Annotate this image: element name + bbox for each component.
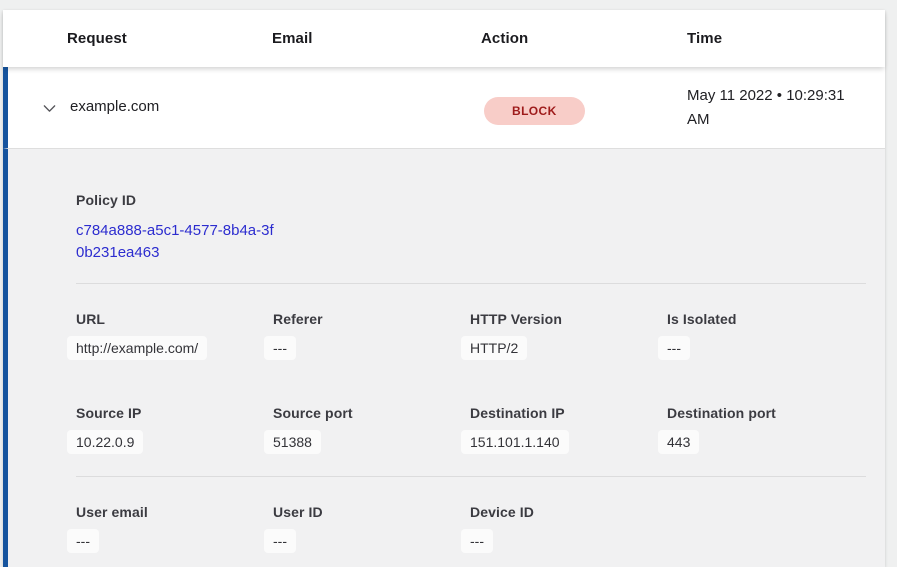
field-label: Destination IP — [470, 405, 667, 421]
detail-field-source-ip: Source IP 10.22.0.9 — [76, 405, 273, 454]
field-value: --- — [461, 529, 493, 553]
field-label: Is Isolated — [667, 311, 864, 327]
field-label: User email — [76, 504, 273, 520]
detail-field-http-version: HTTP Version HTTP/2 — [470, 311, 667, 360]
page: Request Email Action Time example.com BL… — [0, 0, 897, 567]
detail-field-destination-port: Destination port 443 — [667, 405, 864, 454]
divider — [76, 283, 866, 284]
status-badge-block: BLOCK — [484, 97, 585, 125]
policy-id-link[interactable]: c784a888-a5c1-4577-8b4a-3f0b231ea463 — [76, 220, 281, 264]
detail-field-user-email: User email --- — [76, 504, 273, 553]
field-label: User ID — [273, 504, 470, 520]
field-value: --- — [264, 336, 296, 360]
detail-field-referer: Referer --- — [273, 311, 470, 360]
field-label: URL — [76, 311, 273, 327]
detail-field-destination-ip: Destination IP 151.101.1.140 — [470, 405, 667, 454]
table-header: Request Email Action Time — [3, 10, 885, 67]
field-label: Destination port — [667, 405, 864, 421]
field-label: Referer — [273, 311, 470, 327]
row-request-value: example.com — [70, 98, 159, 115]
policy-id-section: Policy ID c784a888-a5c1-4577-8b4a-3f0b23… — [76, 149, 885, 264]
divider — [76, 476, 866, 477]
detail-field-user-id: User ID --- — [273, 504, 470, 553]
field-value: --- — [67, 529, 99, 553]
field-value: 443 — [658, 430, 699, 454]
detail-field-url: URL http://example.com/ — [76, 311, 273, 360]
field-value: http://example.com/ — [67, 336, 207, 360]
detail-row-http: URL http://example.com/ Referer --- HTTP… — [76, 311, 885, 360]
field-label: Source port — [273, 405, 470, 421]
field-label: Source IP — [76, 405, 273, 421]
field-label: Device ID — [470, 504, 667, 520]
field-value: HTTP/2 — [461, 336, 527, 360]
log-table-card: Request Email Action Time example.com BL… — [3, 10, 885, 567]
field-value: --- — [658, 336, 690, 360]
policy-id-label: Policy ID — [76, 192, 885, 208]
chevron-down-icon[interactable] — [41, 100, 58, 117]
column-header-time: Time — [687, 30, 885, 47]
column-header-request: Request — [67, 30, 272, 47]
column-header-email: Email — [272, 30, 481, 47]
row-time-value: May 11 2022 • 10:29:31 AM — [687, 84, 869, 132]
field-value: 151.101.1.140 — [461, 430, 569, 454]
field-label: HTTP Version — [470, 311, 667, 327]
table-row[interactable]: example.com BLOCK May 11 2022 • 10:29:31… — [3, 67, 885, 149]
detail-row-network: Source IP 10.22.0.9 Source port 51388 De… — [76, 405, 885, 454]
field-value: 10.22.0.9 — [67, 430, 143, 454]
field-value: --- — [264, 529, 296, 553]
detail-row-user: User email --- User ID --- Device ID --- — [76, 504, 885, 553]
column-header-action: Action — [481, 30, 687, 47]
field-value: 51388 — [264, 430, 321, 454]
row-detail-panel: Policy ID c784a888-a5c1-4577-8b4a-3f0b23… — [3, 149, 885, 567]
detail-field-source-port: Source port 51388 — [273, 405, 470, 454]
detail-field-is-isolated: Is Isolated --- — [667, 311, 864, 360]
detail-field-device-id: Device ID --- — [470, 504, 667, 553]
